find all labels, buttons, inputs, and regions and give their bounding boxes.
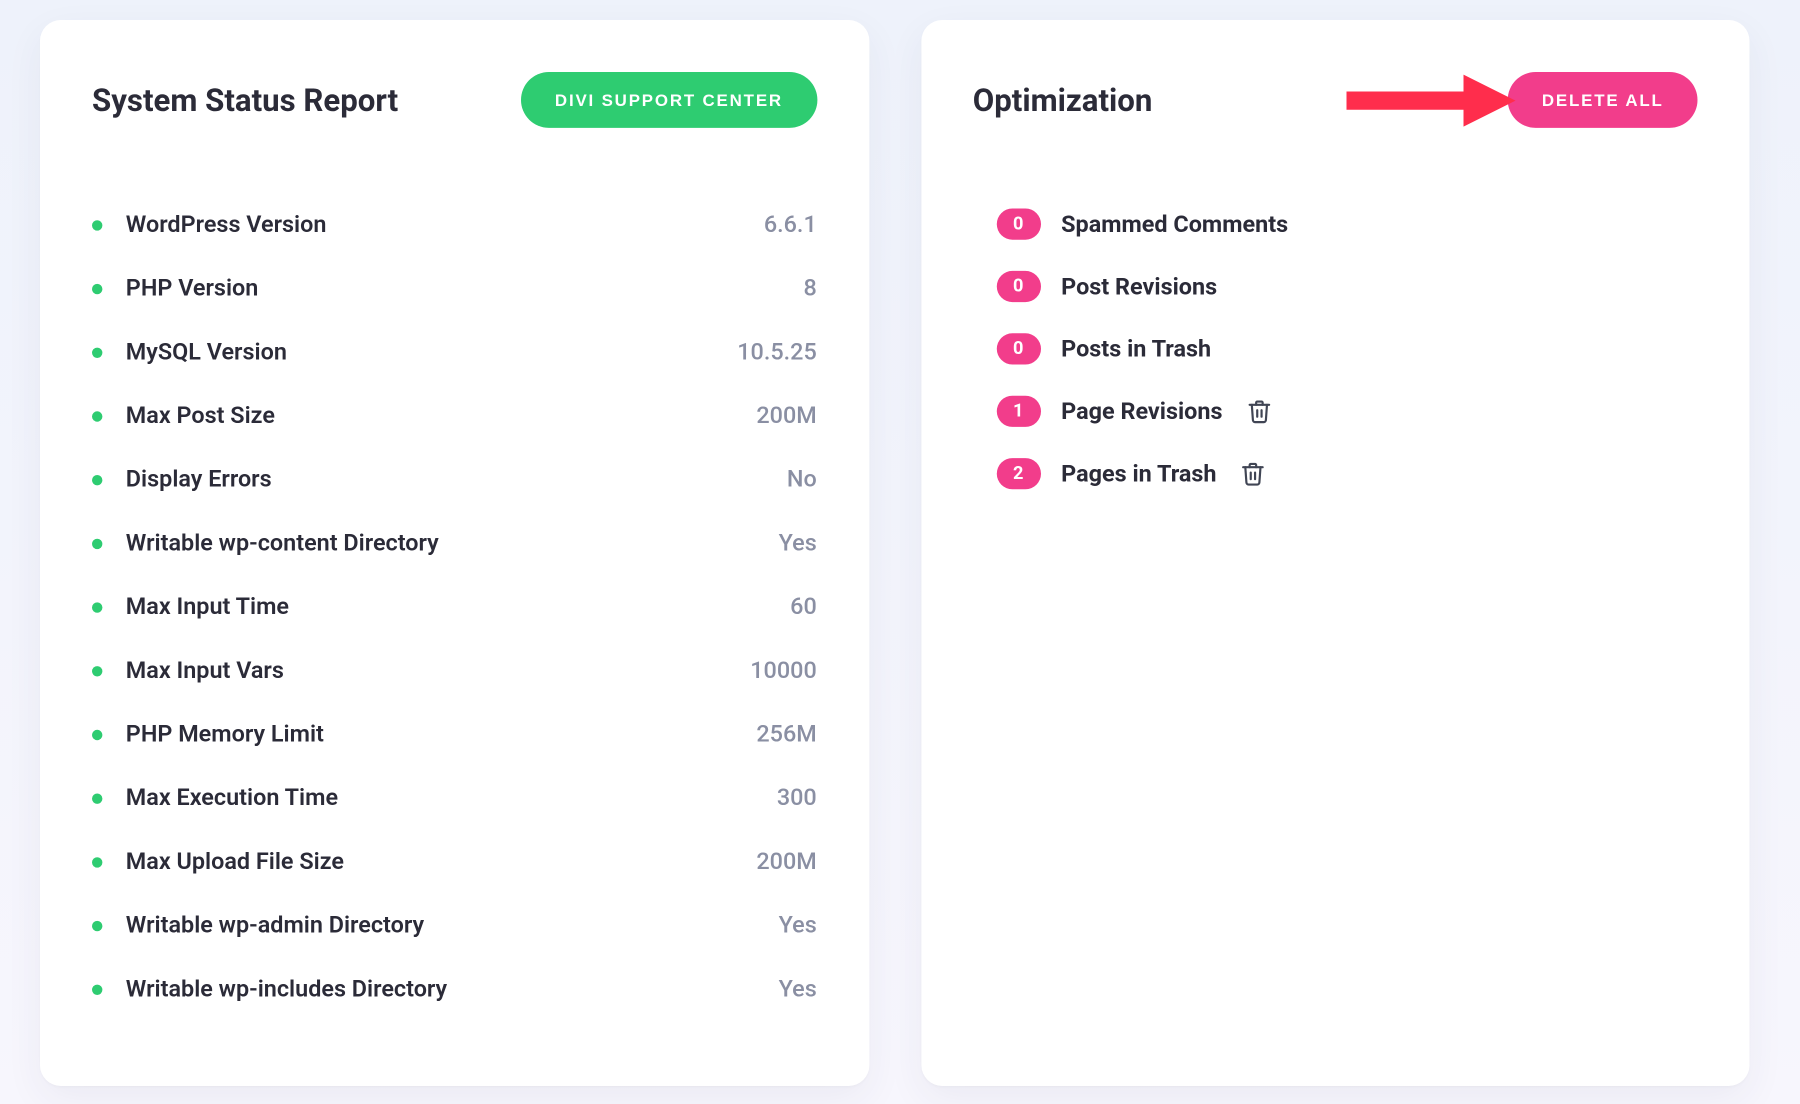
status-label: Writable wp-admin Directory: [126, 912, 779, 939]
optimization-item: 2 Pages in Trash: [996, 442, 1697, 504]
optimization-list: 0 Spammed Comments 0 Post Revisions 0 Posts i…: [973, 193, 1698, 505]
status-value: 10000: [750, 657, 817, 684]
count-badge: 2: [996, 458, 1040, 489]
status-item: Writable wp-content DirectoryYes: [92, 511, 817, 575]
status-item: WordPress Version6.6.1: [92, 193, 817, 257]
status-item: PHP Version8: [92, 257, 817, 321]
status-item: Max Input Vars10000: [92, 639, 817, 703]
status-item: Writable wp-admin DirectoryYes: [92, 894, 817, 958]
status-dot-icon: [92, 411, 102, 421]
status-card-header: System Status Report DIVI SUPPORT CENTER: [92, 72, 817, 128]
status-dot-icon: [92, 538, 102, 548]
status-list: WordPress Version6.6.1PHP Version8MySQL …: [92, 193, 817, 1021]
optimization-label: Pages in Trash: [1061, 460, 1216, 487]
status-value: 256M: [756, 721, 816, 748]
status-label: Max Upload File Size: [126, 848, 757, 875]
status-value: 200M: [756, 402, 816, 429]
status-label: Display Errors: [126, 466, 787, 493]
status-value: 10.5.25: [737, 339, 817, 366]
status-label: PHP Memory Limit: [126, 721, 757, 748]
status-value: 8: [803, 275, 816, 302]
status-title: System Status Report: [92, 82, 398, 118]
status-value: Yes: [779, 912, 817, 939]
count-badge: 0: [996, 271, 1040, 302]
status-item: Max Post Size200M: [92, 384, 817, 448]
status-value: No: [787, 466, 817, 493]
optimization-label: Page Revisions: [1061, 398, 1222, 425]
status-item: Max Input Time60: [92, 575, 817, 639]
optimization-label: Post Revisions: [1061, 273, 1217, 300]
status-label: WordPress Version: [126, 211, 764, 238]
status-item: Display ErrorsNo: [92, 448, 817, 512]
status-label: PHP Version: [126, 275, 804, 302]
count-badge: 0: [996, 333, 1040, 364]
optimization-item: 1 Page Revisions: [996, 380, 1697, 442]
status-dot-icon: [92, 984, 102, 994]
status-label: Writable wp-includes Directory: [126, 975, 779, 1002]
status-dot-icon: [92, 283, 102, 293]
status-dot-icon: [92, 474, 102, 484]
trash-icon[interactable]: [1240, 461, 1266, 487]
count-badge: 1: [996, 396, 1040, 427]
status-value: 200M: [756, 848, 816, 875]
status-label: Writable wp-content Directory: [126, 530, 779, 557]
status-dot-icon: [92, 220, 102, 230]
optimization-item: 0 Post Revisions: [996, 255, 1697, 317]
status-value: 300: [777, 784, 817, 811]
status-dot-icon: [92, 347, 102, 357]
status-value: 60: [790, 593, 817, 620]
status-label: MySQL Version: [126, 339, 737, 366]
trash-icon[interactable]: [1246, 398, 1272, 424]
status-label: Max Execution Time: [126, 784, 777, 811]
status-item: Max Upload File Size200M: [92, 830, 817, 894]
count-badge: 0: [996, 209, 1040, 240]
status-item: Writable wp-includes DirectoryYes: [92, 957, 817, 1021]
annotation-arrow-icon: [1347, 67, 1516, 132]
divi-support-center-button[interactable]: DIVI SUPPORT CENTER: [521, 72, 817, 128]
optimization-card-header: Optimization DELETE ALL: [973, 72, 1698, 128]
system-status-card: System Status Report DIVI SUPPORT CENTER…: [40, 20, 869, 1086]
delete-all-button[interactable]: DELETE ALL: [1508, 72, 1697, 128]
status-item: MySQL Version10.5.25: [92, 320, 817, 384]
status-value: Yes: [779, 530, 817, 557]
status-item: Max Execution Time300: [92, 766, 817, 830]
status-item: PHP Memory Limit256M: [92, 703, 817, 767]
status-dot-icon: [92, 857, 102, 867]
status-label: Max Post Size: [126, 402, 757, 429]
optimization-label: Posts in Trash: [1061, 335, 1211, 362]
optimization-card: Optimization DELETE ALL 0 Spammed Comment…: [921, 20, 1750, 1086]
status-dot-icon: [92, 602, 102, 612]
status-label: Max Input Time: [126, 593, 790, 620]
optimization-title: Optimization: [973, 82, 1153, 118]
optimization-label: Spammed Comments: [1061, 210, 1288, 237]
status-dot-icon: [92, 729, 102, 739]
optimization-item: 0 Spammed Comments: [996, 193, 1697, 255]
optimization-item: 0 Posts in Trash: [996, 318, 1697, 380]
status-dot-icon: [92, 920, 102, 930]
status-value: Yes: [779, 975, 817, 1002]
status-dot-icon: [92, 793, 102, 803]
status-value: 6.6.1: [764, 211, 817, 238]
status-dot-icon: [92, 665, 102, 675]
status-label: Max Input Vars: [126, 657, 750, 684]
